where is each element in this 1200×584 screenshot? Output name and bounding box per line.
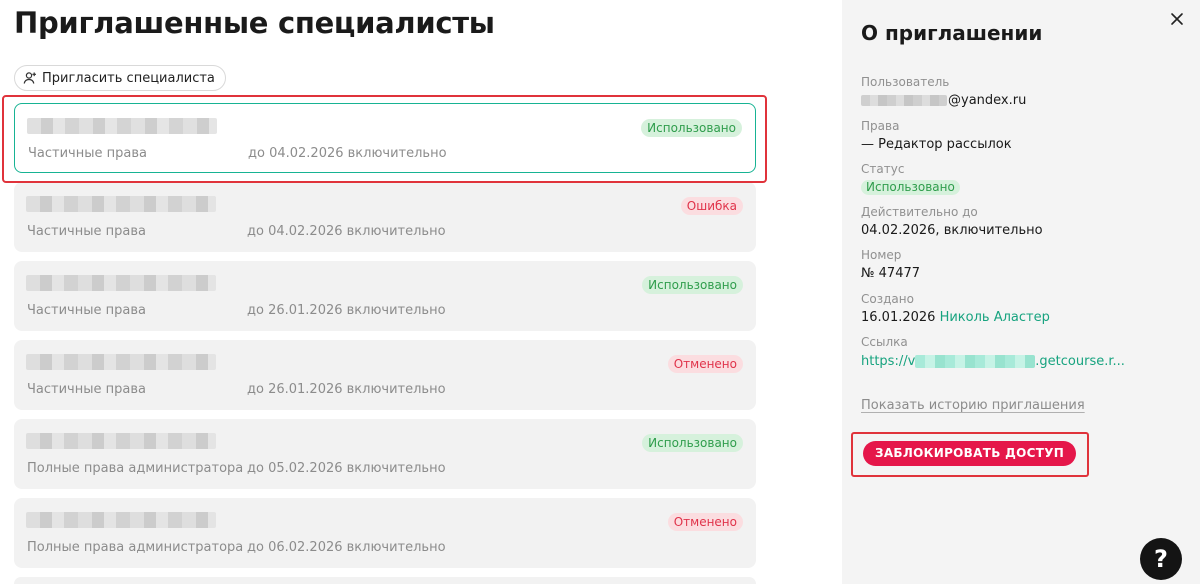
status-badge: Ошибка xyxy=(680,197,743,215)
redacted-email xyxy=(861,95,947,106)
invitation-expiry: до 05.02.2026 включительно xyxy=(247,461,446,476)
invitation-rights: Полные права администратора xyxy=(27,461,244,476)
invitation-card[interactable]: Отменено Частичные права до 26.01.2026 вкл… xyxy=(14,340,756,410)
user-plus-icon xyxy=(23,71,37,85)
created-label: Создано xyxy=(861,292,914,306)
invitation-card[interactable] xyxy=(14,577,756,584)
invitation-expiry: до 06.02.2026 включительно xyxy=(247,540,446,555)
close-icon[interactable] xyxy=(1168,10,1186,28)
invitation-card[interactable]: Отменено Полные права администратора до 06… xyxy=(14,498,756,568)
status-badge: Использовано xyxy=(641,119,742,137)
invitation-expiry: до 26.01.2026 включительно xyxy=(247,382,446,397)
redacted-specialist-name xyxy=(26,512,216,528)
number-value: № 47477 xyxy=(861,266,921,281)
invitation-card[interactable]: Использовано Частичные права до 04.02.2026… xyxy=(14,103,756,173)
created-value: 16.01.2026 Николь Аластер xyxy=(861,310,1050,325)
status-badge: Отменено xyxy=(667,355,743,373)
number-label: Номер xyxy=(861,248,902,262)
redacted-specialist-name xyxy=(26,354,216,370)
panel-title: О приглашении xyxy=(861,21,1043,45)
invitation-rights: Частичные права xyxy=(27,303,146,318)
invitation-rights: Частичные права xyxy=(28,146,147,161)
status-badge: Использовано xyxy=(861,180,960,195)
invitation-card[interactable]: Ошибка Частичные права до 04.02.2026 включ… xyxy=(14,182,756,252)
status-badge: Использовано xyxy=(642,434,743,452)
question-icon: ? xyxy=(1154,545,1168,573)
block-access-button[interactable]: ЗАБЛОКИРОВАТЬ ДОСТУП xyxy=(863,441,1077,466)
user-email-domain: @yandex.ru xyxy=(948,93,1027,108)
invite-specialist-button[interactable]: Пригласить специалиста xyxy=(14,65,226,91)
page: Приглашенные специалисты Пригласить спец… xyxy=(0,0,1200,584)
invitation-rights: Частичные права xyxy=(27,224,146,239)
invitation-details-panel: О приглашении Пользователь @yandex.ru Пр… xyxy=(842,0,1200,584)
invitation-expiry: до 04.02.2026 включительно xyxy=(247,224,446,239)
invitation-link[interactable]: https://v .getcourse.r... xyxy=(861,354,1125,369)
status-badge: Использовано xyxy=(642,276,743,294)
invitation-card[interactable]: Использовано Частичные права до 26.01.2026… xyxy=(14,261,756,331)
link-label: Ссылка xyxy=(861,335,908,349)
user-value: @yandex.ru xyxy=(861,93,1026,108)
user-label: Пользователь xyxy=(861,75,950,89)
status-badge: Отменено xyxy=(667,513,743,531)
created-by-link[interactable]: Николь Аластер xyxy=(940,310,1050,325)
redacted-link xyxy=(915,355,1036,368)
valid-until-label: Действительно до xyxy=(861,205,978,219)
invitation-expiry: до 26.01.2026 включительно xyxy=(247,303,446,318)
page-title: Приглашенные специалисты xyxy=(14,6,495,40)
rights-value: — Редактор рассылок xyxy=(861,137,1012,152)
invitation-rights: Полные права администратора xyxy=(27,540,244,555)
redacted-specialist-name xyxy=(26,275,216,291)
invited-specialists-section: Приглашенные специалисты Пригласить спец… xyxy=(0,0,842,584)
valid-until-value: 04.02.2026, включительно xyxy=(861,223,1043,238)
invite-specialist-label: Пригласить специалиста xyxy=(42,70,215,86)
invitation-expiry: до 04.02.2026 включительно xyxy=(248,146,447,161)
redacted-specialist-name xyxy=(27,118,217,134)
invitation-link-suffix: .getcourse.r... xyxy=(1035,354,1125,369)
invitation-list: Использовано Частичные права до 04.02.2026… xyxy=(14,103,756,584)
show-history-link[interactable]: Показать историю приглашения xyxy=(861,398,1085,413)
created-date: 16.01.2026 xyxy=(861,310,936,325)
redacted-specialist-name xyxy=(26,196,216,212)
rights-label: Права xyxy=(861,119,900,133)
redacted-specialist-name xyxy=(26,433,216,449)
invitation-link-prefix: https://v xyxy=(861,354,916,369)
invitation-card[interactable]: Использовано Полные права администратора д… xyxy=(14,419,756,489)
status-label: Статус xyxy=(861,162,905,176)
invitation-rights: Частичные права xyxy=(27,382,146,397)
help-button[interactable]: ? xyxy=(1140,538,1182,580)
